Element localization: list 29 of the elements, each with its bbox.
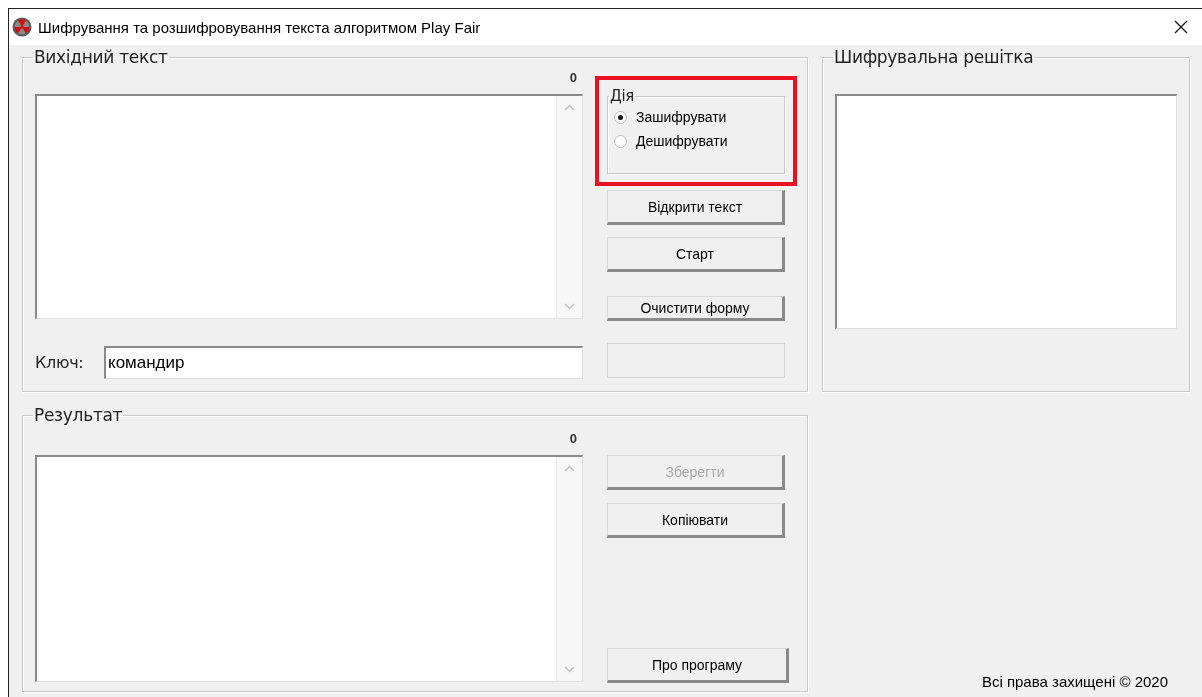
- radio-label[interactable]: Зашифрувати: [636, 109, 727, 125]
- group-title: Шифрувальна решітка: [833, 47, 1035, 67]
- scroll-up-icon[interactable]: [564, 465, 575, 472]
- window-title: Шифрування та розшифровування текста алгоритмом Play Fair: [38, 18, 482, 36]
- key-label: Ключ:: [35, 353, 85, 372]
- radio-button[interactable]: [614, 110, 627, 124]
- source-text-area[interactable]: [35, 94, 583, 319]
- action-button[interactable]: Копіювати: [607, 503, 785, 538]
- key-field[interactable]: командир: [104, 346, 583, 379]
- radiation-icon: [12, 17, 32, 37]
- character-count: 0: [569, 69, 577, 87]
- character-count: 0: [569, 430, 577, 448]
- scroll-up-icon[interactable]: [564, 104, 575, 111]
- close-icon[interactable]: [1174, 20, 1188, 34]
- radio-label[interactable]: Дешифрувати: [636, 133, 728, 149]
- action-button[interactable]: Очистити форму: [607, 296, 785, 321]
- scrollbar[interactable]: [556, 457, 582, 681]
- result-text-area[interactable]: [35, 455, 583, 682]
- scrollbar[interactable]: [556, 96, 582, 318]
- copyright-text: Всі права захищені © 2020: [981, 673, 1168, 690]
- group-title: Дія: [609, 87, 635, 105]
- action-button[interactable]: Про програму: [607, 648, 789, 683]
- action-button[interactable]: Старт: [607, 237, 785, 272]
- scroll-down-icon[interactable]: [564, 303, 575, 310]
- group-title: Вихідний текст: [33, 47, 169, 67]
- group-title: Результат: [33, 405, 124, 425]
- scroll-down-icon[interactable]: [564, 666, 575, 673]
- action-button[interactable]: Відкрити текст: [607, 190, 785, 225]
- radio-button[interactable]: [614, 134, 627, 148]
